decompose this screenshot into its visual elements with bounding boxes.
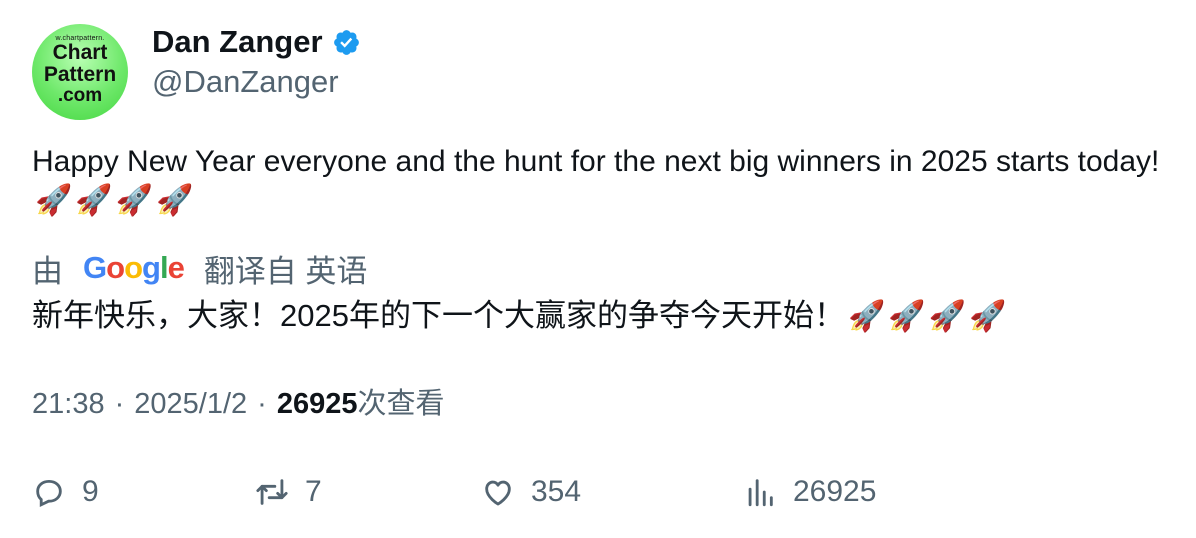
tweet-meta: 21:38 · 2025/1/2 · 26925 次查看 xyxy=(32,384,444,424)
rocket-emoji: 🚀 xyxy=(928,300,967,333)
like-button[interactable]: 354 xyxy=(481,470,581,514)
author-name[interactable]: Dan Zanger xyxy=(152,24,361,60)
bar-chart-icon xyxy=(748,479,773,507)
reply-icon xyxy=(36,479,62,508)
tweet-text: Happy New Year everyone and the hunt for… xyxy=(32,142,1172,220)
rocket-emoji: 🚀 xyxy=(115,184,154,217)
avatar-text-com: .com xyxy=(57,84,103,106)
avatar-text-pattern: Pattern xyxy=(43,62,117,86)
like-count: 354 xyxy=(531,475,582,508)
repost-count: 7 xyxy=(305,475,322,508)
translated-by-label: 由 xyxy=(32,253,63,289)
tweet-text-body: Happy New Year everyone and the hunt for… xyxy=(32,145,1160,178)
repost-button[interactable]: 7 xyxy=(255,470,322,514)
avatar[interactable]: w.chartpattern. Chart Pattern .com xyxy=(32,24,128,120)
tweet-date[interactable]: 2025/1/2 xyxy=(134,384,247,424)
rocket-emoji: 🚀 xyxy=(156,184,194,217)
translated-text: 新年快乐，大家！2025年的下一个大赢家的争夺今天开始！ 🚀 🚀 🚀 🚀 xyxy=(32,296,1006,337)
action-bar: 9 7 354 26925 xyxy=(0,470,1196,514)
rocket-emoji: 🚀 xyxy=(888,300,926,333)
rocket-emoji: 🚀 xyxy=(847,300,886,333)
reply-button[interactable]: 9 xyxy=(32,470,99,514)
translated-text-body: 新年快乐，大家！2025年的下一个大赢家的争夺今天开始！ xyxy=(32,298,845,333)
author-name-text: Dan Zanger xyxy=(152,24,323,59)
views-button[interactable]: 26925 xyxy=(743,470,876,514)
google-logo: Google xyxy=(83,250,185,285)
author-handle[interactable]: @DanZanger xyxy=(152,64,339,100)
rocket-emoji: 🚀 xyxy=(35,184,73,217)
heart-icon xyxy=(485,480,511,506)
views-action-count: 26925 xyxy=(793,475,877,508)
verified-badge-icon xyxy=(333,29,359,55)
tweet-time[interactable]: 21:38 xyxy=(32,384,105,424)
translated-from-label: 翻译自 英语 xyxy=(203,253,368,289)
views-count: 26925 xyxy=(276,388,358,420)
rocket-emoji: 🚀 xyxy=(75,184,113,217)
avatar-text-chart: Chart xyxy=(52,40,108,64)
translation-attribution: 由 Google 翻译自 英语 xyxy=(32,248,368,289)
repost-icon xyxy=(256,479,288,505)
meta-separator: · xyxy=(257,388,267,420)
views-label: 次查看 xyxy=(357,388,445,420)
meta-separator: · xyxy=(114,388,125,420)
rocket-emoji: 🚀 xyxy=(969,300,1007,333)
reply-count: 9 xyxy=(82,475,99,508)
